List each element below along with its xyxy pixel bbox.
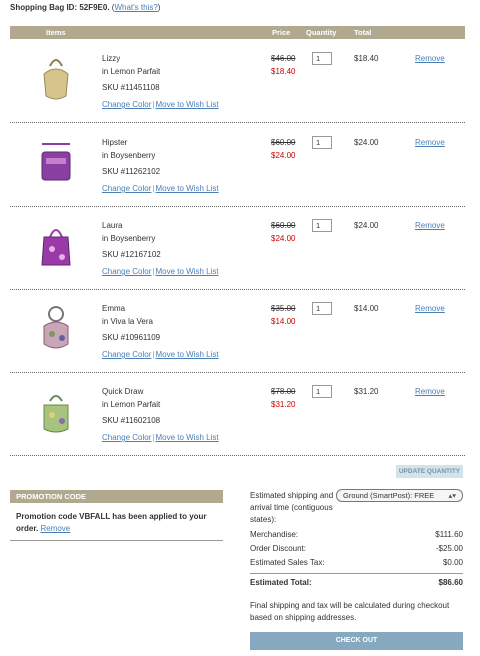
quantity-column-header: Quantity <box>306 28 337 37</box>
product-color: in Viva la Vera <box>102 317 153 326</box>
cart-item-row: Lizzy in Lemon Parfait SKU #11451108 Cha… <box>10 40 465 122</box>
shipping-tax-note: Final shipping and tax will be calculate… <box>250 601 450 622</box>
quantity-input[interactable] <box>312 136 332 149</box>
merchandise-row: Merchandise: $111.60 <box>250 530 463 542</box>
line-total: $24.00 <box>354 138 379 147</box>
product-sku: SKU #10961109 <box>102 333 161 342</box>
remove-item-link[interactable]: Remove <box>415 387 445 396</box>
product-name: Emma <box>102 304 126 313</box>
summary-divider <box>250 573 463 574</box>
cart-item-row: Laura in Boysenberry SKU #12167102 Chang… <box>10 207 465 289</box>
quantity-input[interactable] <box>312 219 332 232</box>
product-color: in Boysenberry <box>102 234 156 243</box>
tax-value: $0.00 <box>442 558 463 567</box>
product-color: in Boysenberry <box>102 151 156 160</box>
product-name: Hipster <box>102 138 128 147</box>
tax-row: Estimated Sales Tax: $0.00 <box>250 558 463 570</box>
change-color-link[interactable]: Change Color <box>102 100 151 109</box>
line-total: $31.20 <box>354 387 379 396</box>
tax-label: Estimated Sales Tax: <box>250 558 325 567</box>
shipping-method-select[interactable]: Ground (SmartPost): FREE ▴▾ <box>336 489 463 502</box>
product-sku: SKU #11262102 <box>102 167 161 176</box>
merchandise-value: $111.60 <box>435 530 463 539</box>
item-actions: Change Color|Move to Wish List <box>102 433 219 442</box>
product-name: Lizzy <box>102 54 121 63</box>
quantity-input[interactable] <box>312 385 332 398</box>
product-name: Quick Draw <box>102 387 144 396</box>
remove-item-link[interactable]: Remove <box>415 221 445 230</box>
price-column-header: Price <box>272 28 291 37</box>
original-price: $35.00 <box>271 304 296 313</box>
product-name: Laura <box>102 221 123 230</box>
change-color-link[interactable]: Change Color <box>102 267 151 276</box>
product-image[interactable] <box>38 304 74 352</box>
total-column-header: Total <box>354 28 372 37</box>
original-price: $46.00 <box>271 54 296 63</box>
original-price: $60.00 <box>271 221 296 230</box>
promotion-message: Promotion code VBFALL has been applied t… <box>16 511 216 535</box>
line-total: $24.00 <box>354 221 379 230</box>
sale-price: $24.00 <box>271 151 296 160</box>
item-actions: Change Color|Move to Wish List <box>102 100 219 109</box>
remove-item-link[interactable]: Remove <box>415 304 445 313</box>
remove-promo-link[interactable]: Remove <box>40 524 70 533</box>
move-to-wish-list-link[interactable]: Move to Wish List <box>155 184 218 193</box>
product-image[interactable] <box>38 221 74 269</box>
product-image[interactable] <box>38 387 74 435</box>
move-to-wish-list-link[interactable]: Move to Wish List <box>155 100 218 109</box>
bag-id-label: Shopping Bag ID: 52F9E0. <box>10 3 110 12</box>
change-color-link[interactable]: Change Color <box>102 433 151 442</box>
estimated-total-label: Estimated Total: <box>250 578 312 587</box>
merchandise-label: Merchandise: <box>250 530 299 539</box>
move-to-wish-list-link[interactable]: Move to Wish List <box>155 350 218 359</box>
sale-price: $14.00 <box>271 317 296 326</box>
product-image[interactable] <box>38 54 74 102</box>
promotion-code-heading: PROMOTION CODE <box>10 490 223 503</box>
cart-table-header: Items Price Quantity Total <box>10 26 465 39</box>
product-image[interactable] <box>38 138 74 186</box>
promo-divider <box>10 540 223 541</box>
row-divider <box>10 122 465 123</box>
line-total: $18.40 <box>354 54 379 63</box>
product-sku: SKU #11602108 <box>102 416 161 425</box>
quantity-input[interactable] <box>312 302 332 315</box>
shipping-label: Estimated shipping and arrival time (con… <box>250 491 334 524</box>
item-actions: Change Color|Move to Wish List <box>102 350 219 359</box>
estimated-total-row: Estimated Total: $86.60 <box>250 578 463 590</box>
change-color-link[interactable]: Change Color <box>102 184 151 193</box>
move-to-wish-list-link[interactable]: Move to Wish List <box>155 433 218 442</box>
product-color: in Lemon Parfait <box>102 400 161 409</box>
original-price: $78.00 <box>271 387 296 396</box>
shipping-option-value: Ground (SmartPost): FREE <box>343 491 435 500</box>
cart-item-row: Quick Draw in Lemon Parfait SKU #1160210… <box>10 373 465 455</box>
discount-label: Order Discount: <box>250 544 307 553</box>
product-color: in Lemon Parfait <box>102 67 161 76</box>
quantity-input[interactable] <box>312 52 332 65</box>
update-quantity-button[interactable]: UPDATE QUANTITY <box>396 465 463 478</box>
remove-item-link[interactable]: Remove <box>415 138 445 147</box>
items-column-header: Items <box>46 28 66 37</box>
product-sku: SKU #12167102 <box>102 250 161 259</box>
cart-item-row: Hipster in Boysenberry SKU #11262102 Cha… <box>10 124 465 206</box>
estimated-total-value: $86.60 <box>438 578 463 587</box>
sale-price: $31.20 <box>271 400 296 409</box>
line-total: $14.00 <box>354 304 379 313</box>
row-divider <box>10 455 465 456</box>
discount-value: -$25.00 <box>435 544 463 553</box>
cart-item-row: Emma in Viva la Vera SKU #10961109 Chang… <box>10 290 465 372</box>
sale-price: $18.40 <box>271 67 296 76</box>
remove-item-link[interactable]: Remove <box>415 54 445 63</box>
shopping-bag-id: Shopping Bag ID: 52F9E0. (What's this?) <box>10 3 161 12</box>
original-price: $60.00 <box>271 138 296 147</box>
item-actions: Change Color|Move to Wish List <box>102 267 219 276</box>
discount-row: Order Discount: -$25.00 <box>250 544 463 556</box>
product-sku: SKU #11451108 <box>102 83 160 92</box>
item-actions: Change Color|Move to Wish List <box>102 184 219 193</box>
change-color-link[interactable]: Change Color <box>102 350 151 359</box>
whats-this-link[interactable]: What's this? <box>114 3 157 12</box>
sale-price: $24.00 <box>271 234 296 243</box>
move-to-wish-list-link[interactable]: Move to Wish List <box>155 267 218 276</box>
select-arrows-icon: ▴▾ <box>448 491 456 500</box>
checkout-button[interactable]: CHECK OUT <box>250 632 463 650</box>
